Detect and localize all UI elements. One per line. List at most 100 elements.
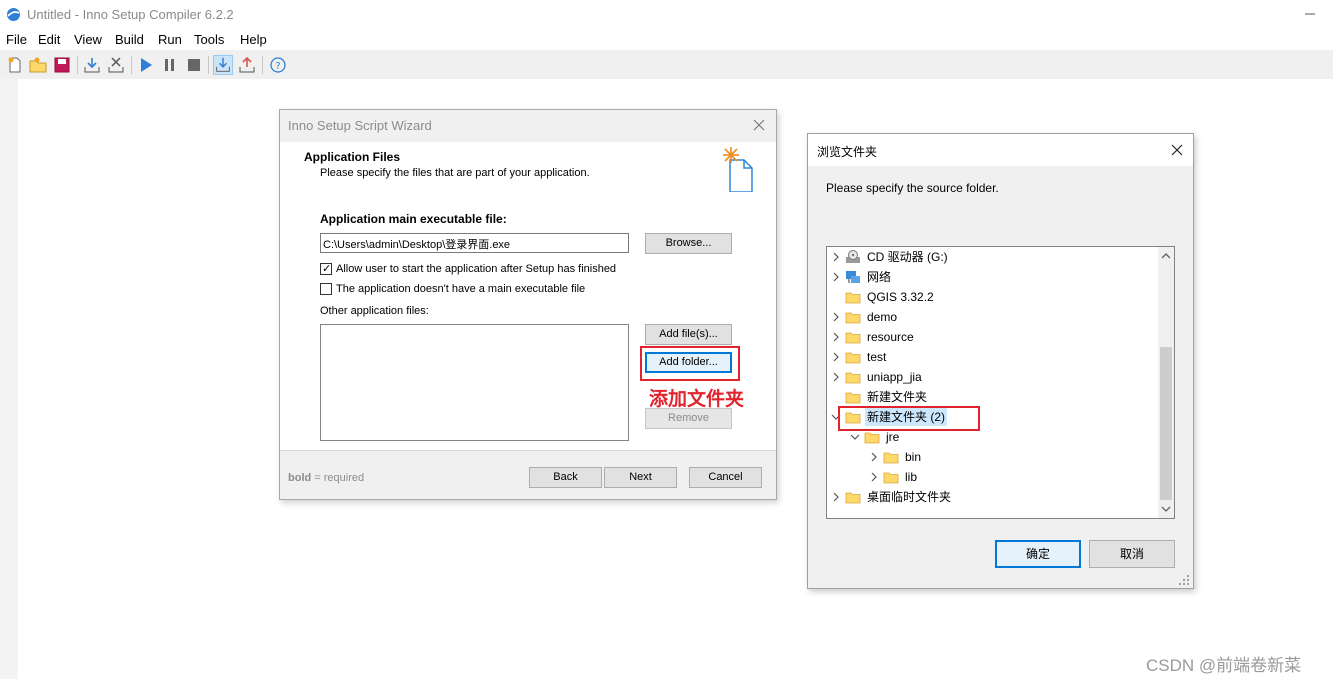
toolbar-separator: [77, 56, 78, 74]
toolbar-separator: [262, 56, 263, 74]
menu-tools[interactable]: Tools: [194, 32, 224, 47]
new-document-sparkle-icon: [723, 147, 753, 193]
required-hint-bold: bold: [288, 472, 312, 484]
chevron-right-icon[interactable]: [869, 471, 879, 483]
browse-folder-dialog: 浏览文件夹 Please specify the source folder. …: [807, 133, 1194, 589]
no-exe-checkbox[interactable]: [320, 283, 332, 295]
browse-title: 浏览文件夹: [817, 145, 878, 159]
tree-item[interactable]: lib: [827, 467, 1157, 487]
cancel-button[interactable]: Cancel: [689, 467, 762, 488]
page-subtitle: Please specify the files that are part o…: [320, 167, 590, 179]
folder-icon: [864, 432, 880, 444]
tree-item-label: 桌面临时文件夹: [867, 490, 952, 504]
wizard-title: Inno Setup Script Wizard: [288, 118, 432, 133]
chevron-down-icon[interactable]: [850, 431, 860, 443]
chevron-right-icon[interactable]: [831, 491, 841, 503]
minimize-icon[interactable]: [1300, 4, 1320, 24]
folder-icon: [845, 332, 861, 344]
annotation-label: 添加文件夹: [649, 389, 745, 410]
chevron-right-icon[interactable]: [831, 331, 841, 343]
save-icon[interactable]: [52, 55, 72, 75]
resize-grip-icon[interactable]: [1178, 574, 1190, 586]
compile-icon[interactable]: [82, 55, 102, 75]
stop-compile-icon[interactable]: [106, 55, 126, 75]
help-icon[interactable]: ?: [268, 55, 288, 75]
chevron-right-icon[interactable]: [831, 271, 841, 283]
title-bar: Untitled - Inno Setup Compiler 6.2.2: [0, 0, 1333, 30]
stop-icon[interactable]: [184, 55, 204, 75]
add-files-button[interactable]: Add file(s)...: [645, 324, 732, 345]
scroll-up-icon[interactable]: [1161, 252, 1171, 260]
highlight-box: [838, 406, 980, 431]
highlight-box: [640, 346, 740, 381]
chevron-right-icon[interactable]: [869, 451, 879, 463]
folder-icon: [845, 312, 861, 324]
chevron-right-icon[interactable]: [831, 251, 841, 263]
menu-help[interactable]: Help: [240, 32, 267, 47]
tree-item[interactable]: demo: [827, 307, 1157, 327]
tree-item-label: demo: [867, 310, 898, 324]
pause-icon[interactable]: [160, 55, 180, 75]
remove-button[interactable]: Remove: [645, 408, 732, 429]
main-exe-input[interactable]: C:\Users\admin\Desktop\登录界面.exe: [320, 233, 629, 253]
window-title: Untitled - Inno Setup Compiler 6.2.2: [27, 7, 234, 22]
close-icon[interactable]: [752, 118, 766, 132]
upload-icon[interactable]: [237, 55, 257, 75]
folder-icon: [845, 492, 861, 504]
tree-item-label: bin: [905, 450, 922, 464]
allow-start-checkbox[interactable]: ✓: [320, 263, 332, 275]
folder-icon: [845, 372, 861, 384]
menu-edit[interactable]: Edit: [38, 32, 60, 47]
run-icon[interactable]: [136, 55, 156, 75]
tree-item[interactable]: resource: [827, 327, 1157, 347]
watermark: CSDN @前端卷新菜: [1146, 656, 1302, 675]
tree-item-label: CD 驱动器 (G:): [867, 250, 948, 264]
close-icon[interactable]: [1170, 143, 1184, 157]
inno-setup-app-icon: [7, 8, 20, 21]
tree-item[interactable]: 桌面临时文件夹: [827, 487, 1157, 507]
browse-button[interactable]: Browse...: [645, 233, 732, 254]
folder-icon: [845, 292, 861, 304]
tree-item[interactable]: CD 驱动器 (G:): [827, 247, 1157, 267]
tree-item-label: 新建文件夹: [867, 390, 928, 404]
new-file-icon[interactable]: [5, 55, 25, 75]
tree-item-label: test: [867, 350, 887, 364]
menu-build[interactable]: Build: [115, 32, 144, 47]
page-title: Application Files: [304, 150, 401, 164]
folder-icon: [883, 452, 899, 464]
load-icon[interactable]: [213, 55, 233, 75]
tree-item[interactable]: bin: [827, 447, 1157, 467]
required-hint: bold = required: [288, 472, 364, 484]
folder-tree[interactable]: CD 驱动器 (G:) 网络 QGIS 3.32.2 demo resource test…: [826, 246, 1175, 519]
folder-icon: [883, 472, 899, 484]
tree-item-label: resource: [867, 330, 914, 344]
tree-item[interactable]: 新建文件夹: [827, 387, 1157, 407]
tree-item[interactable]: uniapp_jia: [827, 367, 1157, 387]
back-button[interactable]: Back: [529, 467, 602, 488]
menu-view[interactable]: View: [74, 32, 102, 47]
scroll-thumb[interactable]: [1160, 347, 1172, 500]
menu-file[interactable]: File: [6, 32, 27, 47]
scroll-down-icon[interactable]: [1161, 505, 1171, 513]
chevron-right-icon[interactable]: [831, 311, 841, 323]
menu-run[interactable]: Run: [158, 32, 182, 47]
other-files-list[interactable]: [320, 324, 629, 441]
browse-title-bar: 浏览文件夹: [808, 134, 1193, 166]
next-button[interactable]: Next: [604, 467, 677, 488]
chevron-right-icon[interactable]: [831, 371, 841, 383]
ok-button[interactable]: 确定: [995, 540, 1081, 568]
tree-scrollbar[interactable]: [1158, 247, 1174, 518]
editor-gutter: [0, 79, 18, 679]
cancel-button[interactable]: 取消: [1089, 540, 1175, 568]
tree-item-label: uniapp_jia: [867, 370, 922, 384]
tree-item[interactable]: test: [827, 347, 1157, 367]
folder-icon: [845, 352, 861, 364]
open-folder-icon[interactable]: [28, 55, 48, 75]
other-files-label: Other application files:: [320, 305, 429, 317]
tree-item[interactable]: 网络: [827, 267, 1157, 287]
chevron-right-icon[interactable]: [831, 351, 841, 363]
tree-item[interactable]: QGIS 3.32.2: [827, 287, 1157, 307]
network-icon: [846, 271, 860, 283]
browse-prompt: Please specify the source folder.: [826, 181, 999, 195]
tree-item-label: QGIS 3.32.2: [867, 290, 934, 304]
